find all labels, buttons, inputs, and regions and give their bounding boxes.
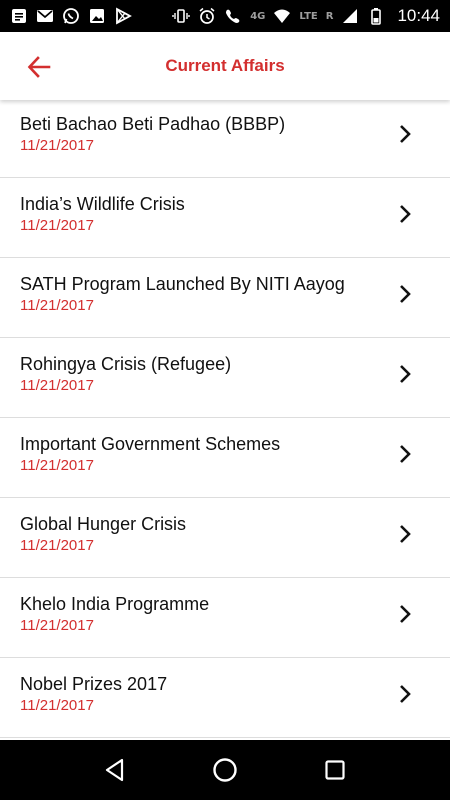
list-item-date: 11/21/2017 bbox=[20, 697, 94, 714]
chevron-right-icon bbox=[396, 282, 414, 306]
list-item[interactable]: Beti Bachao Beti Padhao (BBBP) 11/21/201… bbox=[0, 100, 450, 178]
list-item-title: Rohingya Crisis (Refugee) bbox=[20, 354, 232, 374]
nav-home-button[interactable] bbox=[205, 750, 245, 790]
battery-icon bbox=[367, 7, 385, 25]
page-title: Current Affairs bbox=[165, 56, 285, 75]
list-item-title: Khelo India Programme bbox=[20, 594, 210, 614]
list-item[interactable]: SATH Program Launched By NITI Aayog 11/2… bbox=[0, 258, 450, 338]
list-item-date: 11/21/2017 bbox=[20, 377, 94, 394]
chevron-right-icon bbox=[396, 602, 414, 626]
list-item-title: Global Hunger Crisis bbox=[20, 514, 187, 534]
list-item-title: Beti Bachao Beti Padhao (BBBP) bbox=[20, 114, 286, 134]
list-item-date: 11/21/2017 bbox=[20, 137, 94, 154]
list-item[interactable]: Rohingya Crisis (Refugee) 11/21/2017 bbox=[0, 338, 450, 418]
gallery-icon bbox=[88, 7, 106, 25]
recents-square-icon bbox=[325, 760, 345, 780]
nav-back-button[interactable] bbox=[95, 750, 135, 790]
roaming-label: R bbox=[325, 10, 334, 22]
list-item[interactable]: Global Hunger Crisis 11/21/2017 bbox=[0, 498, 450, 578]
app-bar: Current Affairs bbox=[0, 32, 450, 100]
list-item[interactable]: Important Government Schemes 11/21/2017 bbox=[0, 418, 450, 498]
gmail-icon bbox=[36, 7, 54, 25]
status-bar: 4G LTE R 10:44 bbox=[0, 0, 450, 32]
signal-icon bbox=[341, 7, 359, 25]
list-item-title: India’s Wildlife Crisis bbox=[20, 194, 185, 214]
chevron-right-icon bbox=[396, 682, 414, 706]
list-item-title: SATH Program Launched By NITI Aayog bbox=[20, 274, 345, 294]
list-item-title: Nobel Prizes 2017 bbox=[20, 674, 168, 694]
chevron-right-icon bbox=[396, 122, 414, 146]
back-triangle-icon bbox=[105, 758, 124, 782]
system-navigation-bar bbox=[0, 740, 450, 800]
list-item-date: 11/21/2017 bbox=[20, 457, 94, 474]
chevron-right-icon bbox=[396, 522, 414, 546]
status-bar-system: 4G LTE R 10:44 bbox=[172, 6, 440, 26]
phone-4g-icon bbox=[224, 7, 242, 25]
list-item[interactable]: Khelo India Programme 11/21/2017 bbox=[0, 578, 450, 658]
status-bar-notifications bbox=[10, 7, 132, 25]
list-item[interactable]: India’s Wildlife Crisis 11/21/2017 bbox=[0, 178, 450, 258]
whatsapp-icon bbox=[62, 7, 80, 25]
chevron-right-icon bbox=[396, 202, 414, 226]
home-circle-icon bbox=[213, 758, 237, 782]
signal-4g-label: 4G bbox=[250, 10, 266, 22]
list-item-title: Important Government Schemes bbox=[20, 434, 281, 454]
network-type-label: LTE bbox=[299, 10, 318, 22]
wifi-icon bbox=[273, 7, 291, 25]
status-time: 10:44 bbox=[397, 6, 440, 25]
nav-recents-button[interactable] bbox=[315, 750, 355, 790]
alarm-icon bbox=[198, 7, 216, 25]
vibrate-icon bbox=[172, 7, 190, 25]
list-item-date: 11/21/2017 bbox=[20, 617, 94, 634]
notification-icon bbox=[10, 7, 28, 25]
chevron-right-icon bbox=[396, 362, 414, 386]
play-store-icon bbox=[114, 7, 132, 25]
current-affairs-list: Beti Bachao Beti Padhao (BBBP) 11/21/201… bbox=[0, 100, 450, 740]
list-item-date: 11/21/2017 bbox=[20, 217, 94, 234]
list-item-date: 11/21/2017 bbox=[20, 537, 94, 554]
list-item[interactable]: Nobel Prizes 2017 11/21/2017 bbox=[0, 658, 450, 738]
chevron-right-icon bbox=[396, 442, 414, 466]
list-item-date: 11/21/2017 bbox=[20, 297, 94, 314]
